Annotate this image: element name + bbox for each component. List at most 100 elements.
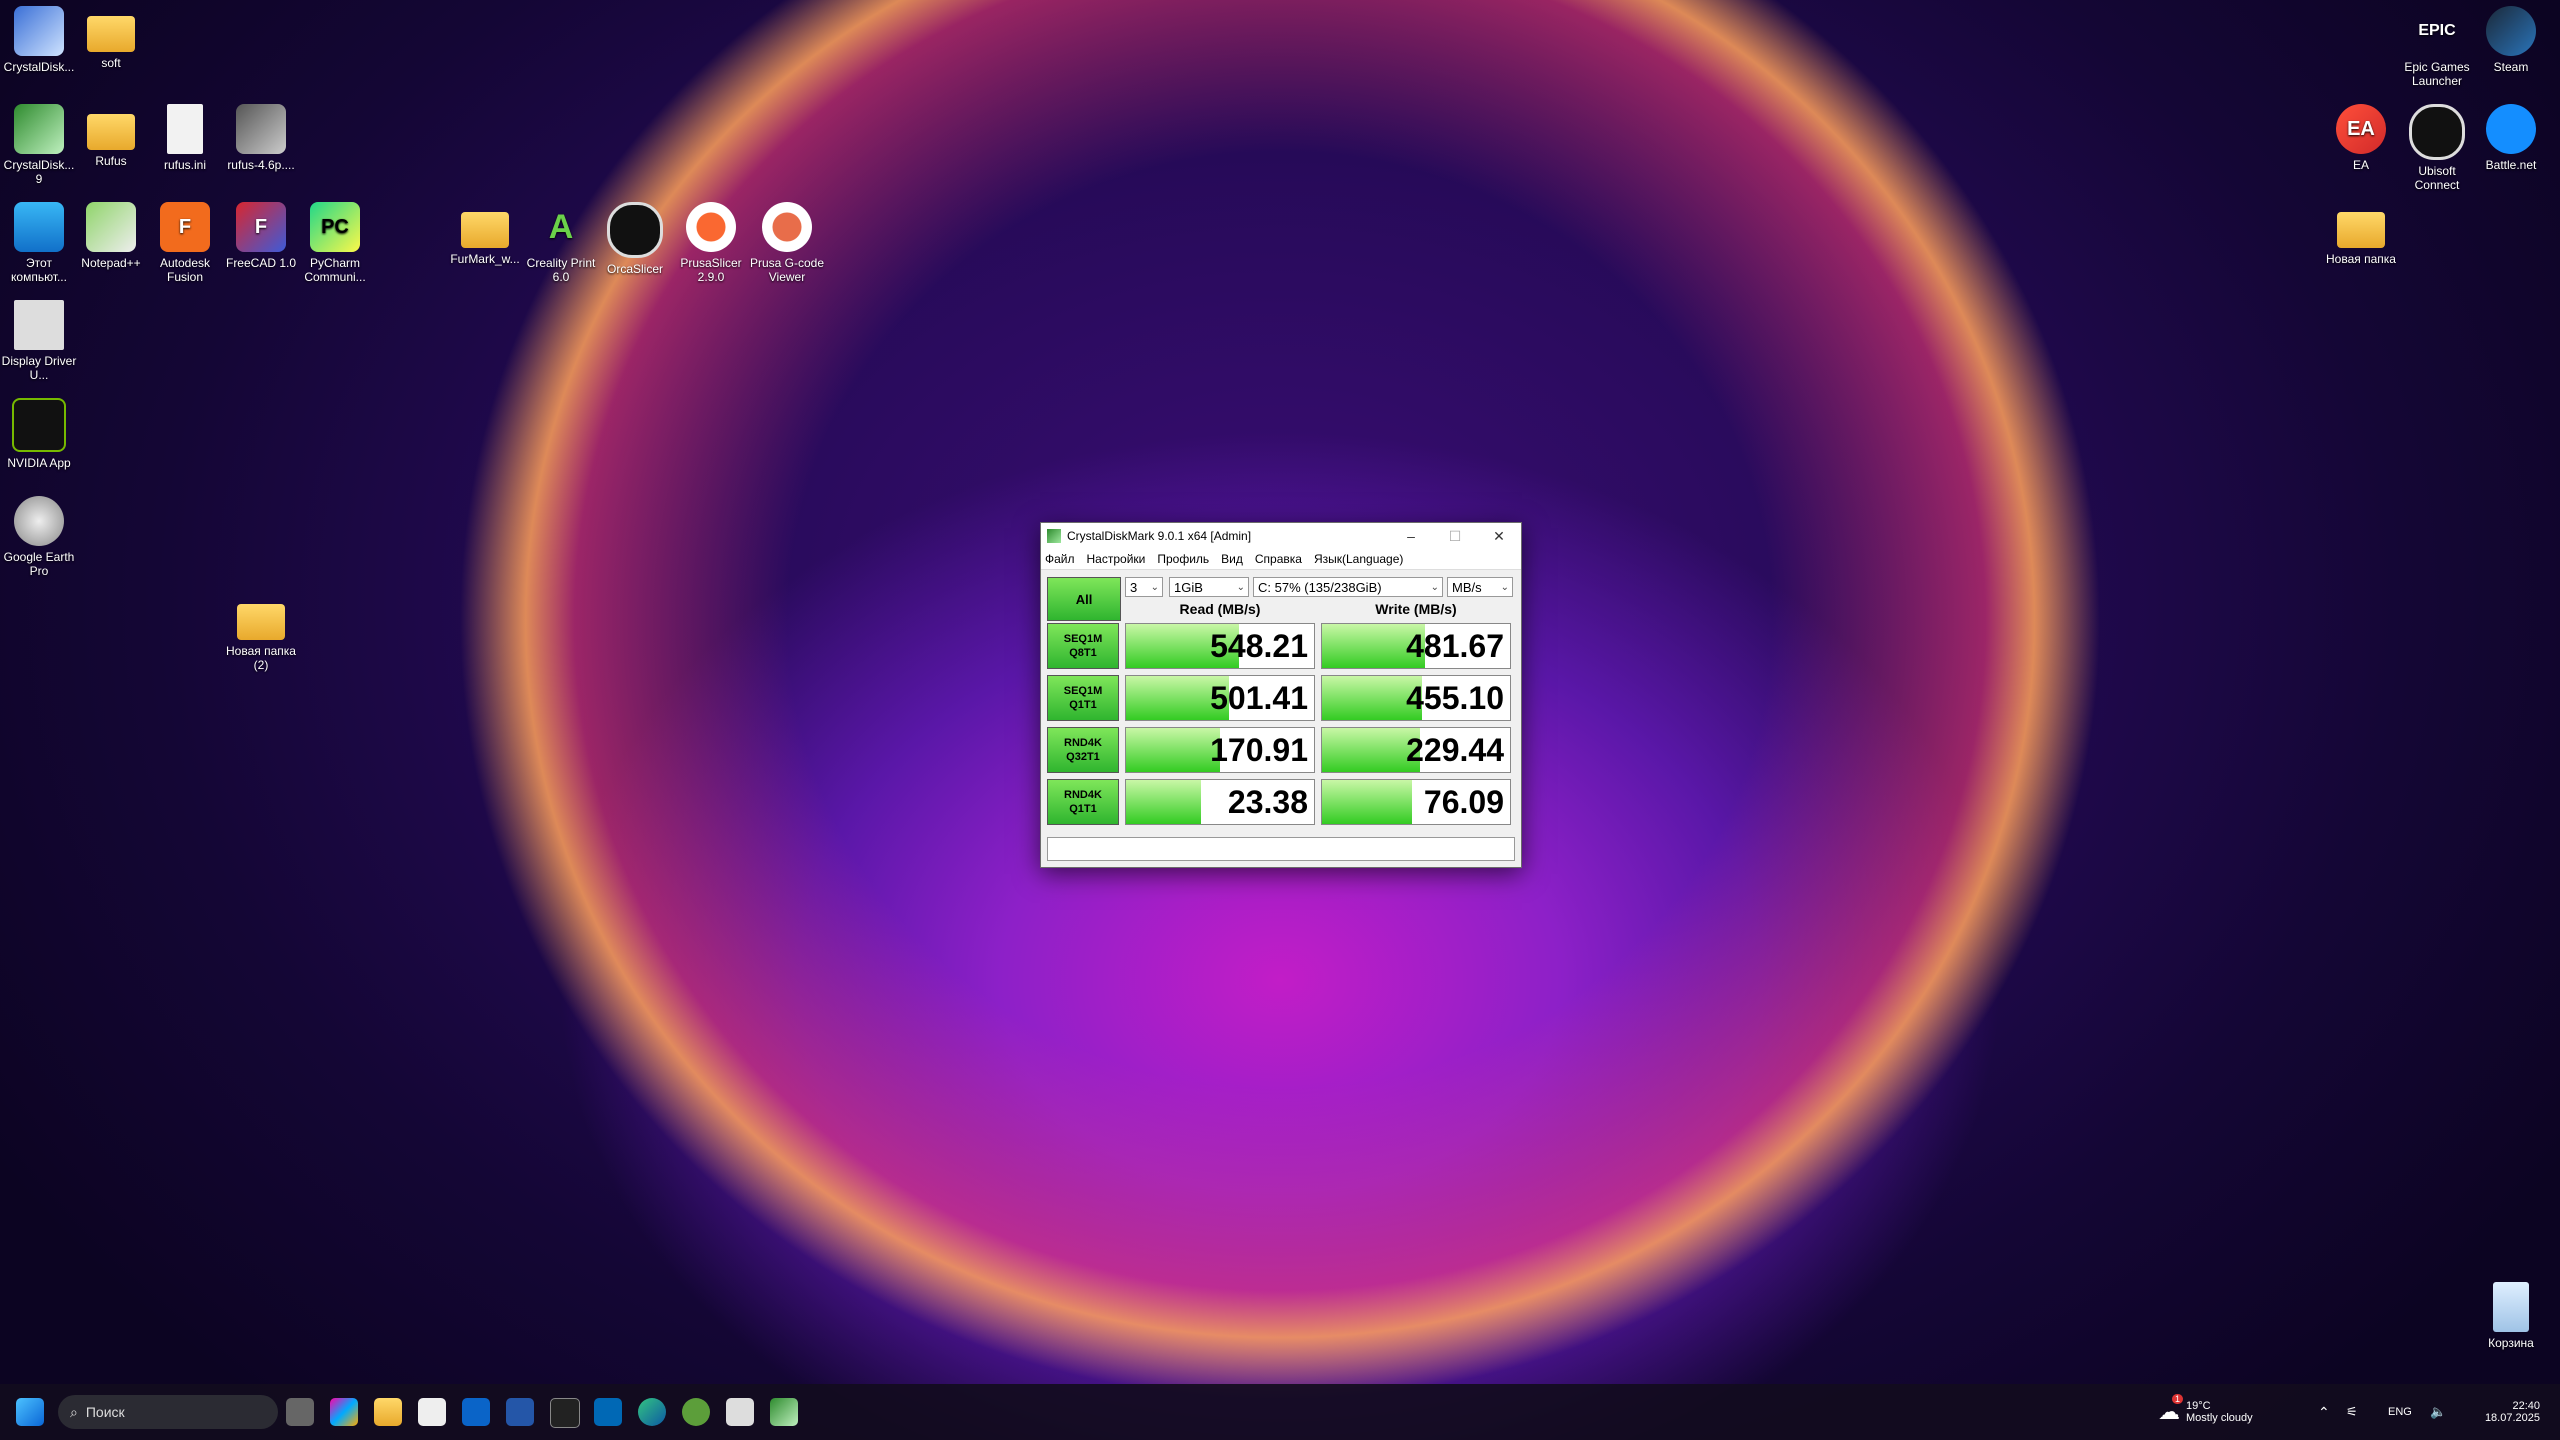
speaker-icon[interactable]: 🔈	[2430, 1384, 2446, 1440]
start-icon[interactable]	[16, 1398, 44, 1426]
test-button[interactable]: RND4K Q1T1	[1047, 779, 1119, 825]
desktop-icon-crystaldisk9[interactable]: CrystalDisk... 9	[0, 104, 78, 186]
desktop-icon-battlenet[interactable]: Battle.net	[2472, 104, 2550, 172]
outlook-icon[interactable]	[462, 1398, 490, 1426]
test-button[interactable]: RND4K Q32T1	[1047, 727, 1119, 773]
weather-text: Mostly cloudy	[2186, 1412, 2253, 1424]
desktop-icon-furmark[interactable]: FurMark_w...	[446, 202, 524, 266]
read-result-value: 548.21	[1210, 627, 1308, 664]
desktop-icon-pycharm[interactable]: PC PyCharm Communi...	[296, 202, 374, 284]
desktop-icon-epic[interactable]: EPIC Epic Games Launcher	[2398, 6, 2476, 89]
desktop-icon-rufus-folder[interactable]: Rufus	[72, 104, 150, 168]
desktop-icon-ea[interactable]: EA EA	[2322, 104, 2400, 172]
task-view-icon[interactable]	[286, 1398, 314, 1426]
test-queue: Q1T1	[1069, 699, 1097, 711]
desktop-icon-notepadpp[interactable]: Notepad++	[72, 202, 150, 270]
network-icon[interactable]: ⚟	[2346, 1384, 2358, 1440]
language-indicator[interactable]: ENG	[2388, 1384, 2412, 1440]
close-icon[interactable]: ✕	[1477, 528, 1521, 545]
desktop-icon-new-folder[interactable]: Новая папка	[2322, 202, 2400, 266]
window-app-icon[interactable]	[726, 1398, 754, 1426]
taskbar: ⌕ Поиск ☁ 1 19°C Mostly cloudy ⌃ ⚟ ENG 🔈…	[0, 1384, 2560, 1440]
desktop-icon-recycle-bin[interactable]: Корзина	[2472, 1282, 2550, 1350]
desktop-icon-ubisoft[interactable]: Ubisoft Connect	[2398, 104, 2476, 192]
desktop-icon-label: Display Driver U...	[1, 354, 77, 382]
controls-panel: All 3 ⌄ 1GiB ⌄ C: 57% (135/238GiB) ⌄ MB/s ⌄ …	[1047, 577, 1515, 623]
app-green-icon[interactable]	[682, 1398, 710, 1426]
desktop-icon-label: NVIDIA App	[7, 456, 71, 470]
clock-date: 18.07.2025	[2484, 1412, 2540, 1424]
desktop-icon-ddu[interactable]: Display Driver U...	[0, 300, 78, 382]
unit-select[interactable]: MB/s ⌄	[1447, 577, 1513, 597]
desktop-icon-new-folder-2[interactable]: Новая папка (2)	[222, 594, 300, 672]
weather-temp: 19°C	[2186, 1400, 2211, 1412]
desktop-icon-this-pc[interactable]: Этот компьют...	[0, 202, 78, 284]
desktop-icon-soft[interactable]: soft	[72, 6, 150, 70]
read-header: Read (MB/s)	[1179, 601, 1261, 617]
menu-help[interactable]: Справка	[1255, 552, 1302, 566]
epic-games-icon: EPIC	[2418, 22, 2456, 39]
desktop-icon-label: Новая папка	[2326, 252, 2396, 266]
desktop-icon-nvidia[interactable]: NVIDIA App	[0, 398, 78, 470]
all-button[interactable]: All	[1047, 577, 1121, 621]
pycharm-icon: PC	[310, 202, 360, 252]
edge-icon[interactable]	[638, 1398, 666, 1426]
read-result-bar	[1126, 780, 1202, 824]
copilot-icon[interactable]	[330, 1398, 358, 1426]
menu-language[interactable]: Язык(Language)	[1314, 552, 1403, 566]
desktop-icon-rufus-exe[interactable]: rufus-4.6p....	[222, 104, 300, 172]
desktop-icon-prusaslicer[interactable]: PrusaSlicer 2.9.0	[672, 202, 750, 284]
test-button[interactable]: SEQ1M Q8T1	[1047, 623, 1119, 669]
write-result-cell: 481.67	[1321, 623, 1511, 669]
crystaldiskmark-icon	[14, 6, 64, 56]
menu-view[interactable]: Вид	[1221, 552, 1243, 566]
desktop-icon-label: Prusa G-code Viewer	[749, 256, 825, 284]
menu-profile[interactable]: Профиль	[1157, 552, 1209, 566]
menu-file[interactable]: Файл	[1045, 552, 1075, 566]
read-result-cell: 501.41	[1125, 675, 1315, 721]
crystaldiskinfo-icon	[14, 104, 64, 154]
desktop-icon-label: Google Earth Pro	[3, 550, 75, 578]
menu-settings[interactable]: Настройки	[1087, 552, 1146, 566]
orcaslicer-icon	[607, 202, 663, 258]
test-queue: Q1T1	[1069, 803, 1097, 815]
terminal-icon[interactable]	[550, 1398, 580, 1428]
desktop-icon-fusion[interactable]: F Autodesk Fusion	[146, 202, 224, 284]
powershell-icon[interactable]	[506, 1398, 534, 1426]
desktop-icon-orcaslicer[interactable]: OrcaSlicer	[596, 202, 674, 276]
clock[interactable]: 22:40 18.07.2025	[2480, 1384, 2540, 1440]
desktop-icon-crystaldisk[interactable]: CrystalDisk...	[0, 6, 78, 74]
write-result-cell: 76.09	[1321, 779, 1511, 825]
clock-time: 22:40	[2512, 1400, 2540, 1412]
size-select[interactable]: 1GiB ⌄	[1169, 577, 1249, 597]
minimize-icon[interactable]: –	[1389, 528, 1433, 544]
intel-graphics-icon[interactable]	[594, 1398, 622, 1426]
ubisoft-icon	[2409, 104, 2465, 160]
desktop-icon-rufus-ini[interactable]: rufus.ini	[146, 104, 224, 172]
crystaldiskmark-taskbar-icon[interactable]	[770, 1398, 798, 1426]
search-box[interactable]: ⌕ Поиск	[58, 1395, 278, 1429]
desktop-icon-freecad[interactable]: F FreeCAD 1.0	[222, 202, 300, 270]
desktop-icon-label: Steam	[2493, 60, 2529, 74]
count-select[interactable]: 3 ⌄	[1125, 577, 1163, 597]
title-bar[interactable]: CrystalDiskMark 9.0.1 x64 [Admin] – ☐ ✕	[1041, 523, 1521, 549]
recycle-bin-icon	[2493, 1282, 2529, 1332]
desktop-icon-label: Rufus	[95, 154, 127, 168]
drive-value: C: 57% (135/238GiB)	[1258, 580, 1382, 595]
test-name: RND4K	[1064, 789, 1102, 801]
window-title: CrystalDiskMark 9.0.1 x64 [Admin]	[1067, 529, 1252, 543]
maximize-icon[interactable]: ☐	[1433, 528, 1477, 545]
ea-icon: EA	[2336, 104, 2386, 154]
store-icon[interactable]	[418, 1398, 446, 1426]
weather-widget[interactable]: ☁ 1 19°C Mostly cloudy	[2158, 1384, 2253, 1440]
desktop-icon-prusa-gcode[interactable]: Prusa G-code Viewer	[748, 202, 826, 284]
desktop-icon-google-earth[interactable]: Google Earth Pro	[0, 496, 78, 578]
drive-select[interactable]: C: 57% (135/238GiB) ⌄	[1253, 577, 1443, 597]
desktop-icon-creality[interactable]: A Creality Print 6.0	[522, 202, 600, 284]
file-explorer-icon[interactable]	[374, 1398, 402, 1426]
desktop-icon-label: Notepad++	[81, 256, 141, 270]
test-button[interactable]: SEQ1M Q1T1	[1047, 675, 1119, 721]
show-hidden-icons[interactable]: ⌃	[2318, 1384, 2330, 1440]
desktop-icon-label: PrusaSlicer 2.9.0	[680, 256, 742, 284]
desktop-icon-steam[interactable]: Steam	[2472, 6, 2550, 74]
